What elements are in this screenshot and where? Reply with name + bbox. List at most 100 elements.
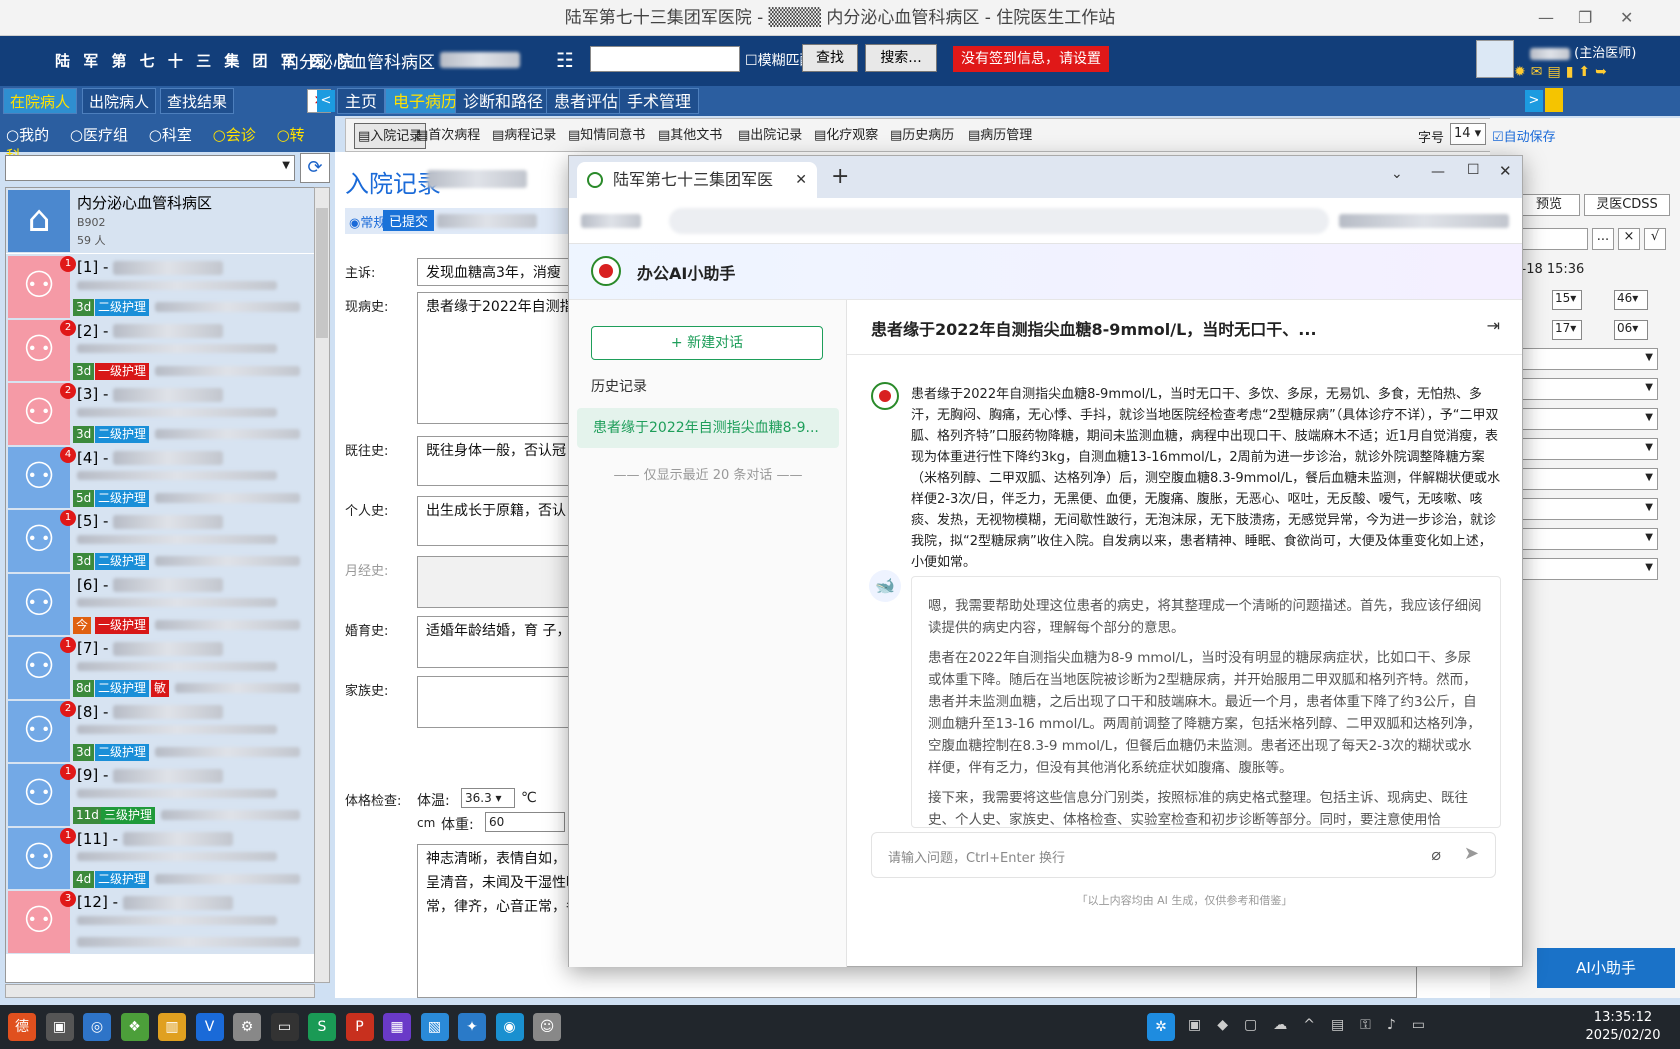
clear-button[interactable]: × bbox=[1618, 228, 1640, 250]
close-tab-icon[interactable]: ✕ bbox=[795, 162, 807, 198]
patient-list-hscrollbar[interactable] bbox=[5, 984, 315, 998]
minute-select-2[interactable]: 06▾ bbox=[1614, 320, 1648, 340]
patient-item[interactable]: ⚇ 1 [5] - 3d 二级护理 bbox=[6, 508, 314, 574]
nursing-level-tag: 二级护理 bbox=[95, 299, 150, 316]
tab-assessment[interactable]: 患者评估 bbox=[546, 88, 627, 114]
taskbar-app-icon[interactable]: ▦ bbox=[383, 1013, 411, 1041]
taskbar-app-icon[interactable]: S bbox=[308, 1013, 336, 1041]
taskbar-app-icon[interactable]: V bbox=[195, 1013, 224, 1041]
taskbar-app-icon[interactable]: ▧ bbox=[420, 1013, 449, 1041]
tray-app-icon[interactable]: ✲ bbox=[1147, 1013, 1175, 1041]
send-icon[interactable]: ➤ bbox=[1464, 843, 1479, 864]
chat-input[interactable]: 请输入问题，Ctrl+Enter 换行 ⌀ ➤ bbox=[871, 832, 1496, 878]
minimize-icon[interactable]: — bbox=[1431, 164, 1445, 180]
hour-select-2[interactable]: 17▾ bbox=[1552, 320, 1582, 340]
maximize-icon[interactable]: ☐ bbox=[1467, 162, 1480, 178]
hour-select-1[interactable]: 15▾ bbox=[1552, 290, 1582, 310]
patient-search-input[interactable] bbox=[590, 46, 740, 72]
patient-item[interactable]: ⚇ [6] - 今一级护理 bbox=[6, 571, 314, 638]
panel-toggle[interactable] bbox=[1545, 88, 1563, 112]
cdss-button[interactable]: 灵医CDSS bbox=[1584, 194, 1670, 216]
patient-item[interactable]: ⚇ 1 [7] - 8d 二级护理敏 bbox=[6, 635, 314, 701]
normal-radio[interactable]: ◉常规 bbox=[349, 212, 386, 231]
browser-toolbar-redacted[interactable] bbox=[1339, 214, 1509, 228]
prev-tab-icon[interactable]: < bbox=[317, 90, 335, 112]
tab-surgery[interactable]: 手术管理 bbox=[619, 88, 700, 114]
more-button[interactable]: ... bbox=[1592, 228, 1614, 250]
patient-item[interactable]: ⚇ 1 [11] - 4d 二级护理 bbox=[6, 825, 314, 892]
patient-item[interactable]: ⚇ 1 [9] - 11d 三级护理 bbox=[6, 762, 314, 828]
subtab-6[interactable]: ▤化疗观察 bbox=[814, 123, 878, 149]
taskbar-app-icon[interactable]: ☺ bbox=[533, 1013, 561, 1041]
clock[interactable]: 13:35:12 2025/02/20 bbox=[1578, 1009, 1668, 1045]
taskbar-app-icon[interactable]: 德 bbox=[8, 1013, 36, 1041]
taskbar-app-icon[interactable]: ▣ bbox=[45, 1013, 74, 1041]
taskbar-app-icon[interactable]: ◎ bbox=[83, 1013, 111, 1041]
subtab-1[interactable]: ▤首次病程 bbox=[416, 123, 480, 149]
confirm-button[interactable]: √ bbox=[1644, 228, 1666, 250]
tab-emr[interactable]: 电子病历 bbox=[385, 88, 466, 114]
font-size-select[interactable]: 14 ▾ bbox=[1450, 123, 1486, 145]
list-icon[interactable]: ☷ bbox=[556, 48, 574, 72]
close-icon[interactable]: ✕ bbox=[1620, 0, 1633, 36]
subtab-5[interactable]: ▤出院记录 bbox=[738, 123, 802, 149]
attachment-icon[interactable]: ⌀ bbox=[1431, 845, 1441, 864]
close-icon[interactable]: ✕ bbox=[1499, 162, 1512, 180]
subtab-7[interactable]: ▤历史病历 bbox=[890, 123, 954, 149]
signin-warning[interactable]: 没有签到信息，请设置 bbox=[953, 46, 1109, 72]
patient-item[interactable]: ⚇ 2 [3] - 3d 二级护理 bbox=[6, 381, 314, 447]
radio-dept[interactable]: ○科室 bbox=[149, 126, 200, 144]
tab-discharged[interactable]: 出院病人 bbox=[82, 88, 157, 114]
history-item[interactable]: 患者缘于2022年自测指尖血糖8-9... bbox=[577, 408, 839, 448]
system-tray-icons[interactable]: ▣◆▢☁^▤⚿♪▭ bbox=[1188, 1017, 1441, 1033]
subtab-3[interactable]: ▤知情同意书 bbox=[568, 123, 645, 149]
taskbar-app-icon[interactable]: ◉ bbox=[495, 1013, 524, 1041]
radio-group[interactable]: ○医疗组 bbox=[70, 126, 136, 144]
taskbar-app-icon[interactable]: ⚙ bbox=[233, 1013, 261, 1041]
patient-diagnosis bbox=[77, 598, 277, 609]
radio-mine[interactable]: ○我的 bbox=[6, 126, 57, 144]
doctor-avatar[interactable] bbox=[1476, 40, 1514, 78]
preview-button[interactable]: 预览 bbox=[1518, 194, 1580, 216]
taskbar-app-icon[interactable]: P bbox=[345, 1013, 374, 1041]
minute-select-1[interactable]: 46▾ bbox=[1614, 290, 1648, 310]
next-tab-icon[interactable]: > bbox=[1525, 90, 1543, 112]
new-tab-icon[interactable]: + bbox=[831, 164, 849, 189]
tab-diagnosis[interactable]: 诊断和路径 bbox=[455, 88, 552, 114]
search-button[interactable]: 搜索... bbox=[865, 44, 937, 72]
taskbar-app-icon[interactable]: ❖ bbox=[120, 1013, 149, 1041]
minimize-icon[interactable]: — bbox=[1538, 0, 1554, 36]
patient-filter-select[interactable]: ▼ bbox=[5, 155, 295, 181]
temp-select[interactable]: 36.3 ▾ bbox=[461, 788, 515, 808]
ward-item[interactable]: ⌂ 内分泌心血管科病区 B902 59 人 bbox=[6, 188, 314, 254]
toolbar-icons[interactable]: ✹✉▤▮⬆➥ bbox=[1514, 64, 1612, 80]
taskbar-app-icon[interactable]: ✦ bbox=[458, 1013, 486, 1041]
tab-home[interactable]: 主页 bbox=[337, 88, 386, 114]
restore-icon[interactable]: ❐ bbox=[1578, 0, 1592, 36]
chevron-down-icon[interactable]: ⌄ bbox=[1391, 166, 1403, 182]
weight-input[interactable]: 60 bbox=[485, 812, 565, 832]
find-button[interactable]: 查找 bbox=[802, 44, 858, 72]
browser-tab[interactable]: 陆军第七十三集团军医 ✕ bbox=[577, 162, 817, 198]
patient-list-scrollbar[interactable] bbox=[314, 187, 330, 983]
tab-search-results[interactable]: 查找结果 bbox=[160, 88, 235, 114]
patient-item[interactable]: ⚇ 2 [8] - 3d 二级护理 bbox=[6, 698, 314, 765]
nav-buttons-redacted[interactable] bbox=[581, 214, 641, 228]
patient-item[interactable]: ⚇ 1 [1] - 3d 二级护理 bbox=[6, 254, 314, 320]
taskbar-app-icon[interactable]: ▭ bbox=[270, 1013, 299, 1041]
new-chat-button[interactable]: + 新建对话 bbox=[591, 326, 823, 360]
subtab-8[interactable]: ▤病历管理 bbox=[968, 123, 1032, 149]
autosave-checkbox[interactable]: ☑自动保存 bbox=[1492, 126, 1556, 145]
url-field[interactable] bbox=[669, 208, 1329, 234]
tab-inpatients[interactable]: 在院病人 bbox=[3, 88, 78, 114]
exit-icon[interactable]: ⇥ bbox=[1487, 316, 1500, 335]
subtab-4[interactable]: ▤其他文书 bbox=[658, 123, 722, 149]
radio-consult[interactable]: ○会诊 bbox=[213, 126, 264, 144]
ai-assistant-button[interactable]: AI小助手 bbox=[1537, 948, 1675, 988]
patient-item[interactable]: ⚇ 3 [12] - bbox=[6, 889, 314, 955]
patient-item[interactable]: ⚇ 2 [2] - 3d 一级护理 bbox=[6, 317, 314, 384]
refresh-icon[interactable]: ⟳ bbox=[300, 153, 330, 183]
patient-item[interactable]: ⚇ 4 [4] - 5d 二级护理 bbox=[6, 444, 314, 511]
taskbar-app-icon[interactable]: ▥ bbox=[158, 1013, 186, 1041]
subtab-2[interactable]: ▤病程记录 bbox=[492, 123, 556, 149]
